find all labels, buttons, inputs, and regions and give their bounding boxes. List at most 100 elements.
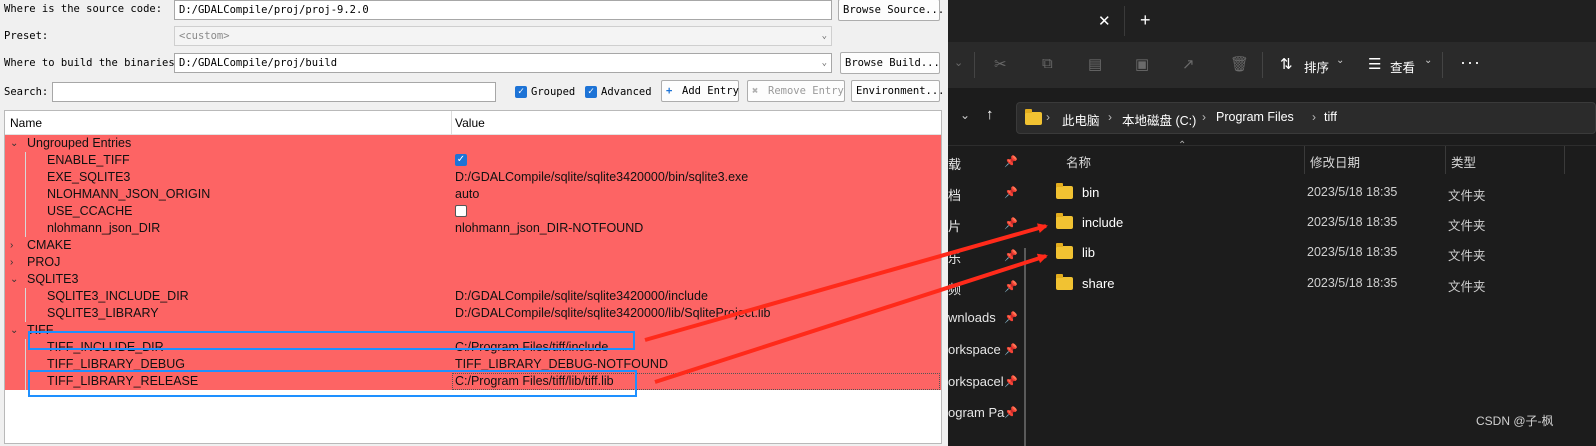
entry-value[interactable]: TIFF_LIBRARY_DEBUG-NOTFOUND <box>455 357 668 371</box>
nav-item[interactable]: 载 📌 <box>948 154 1022 178</box>
entry-value[interactable]: D:/GDALCompile/sqlite/sqlite3420000/lib/… <box>455 306 770 320</box>
address-bar[interactable] <box>1016 102 1596 134</box>
table-row[interactable]: EXE_SQLITE3 D:/GDALCompile/sqlite/sqlite3… <box>5 169 941 186</box>
nav-scrollbar[interactable] <box>1024 248 1026 446</box>
breadcrumb-program-files[interactable]: Program Files <box>1216 110 1294 124</box>
delete-icon[interactable]: 🗑 <box>1230 55 1249 73</box>
chevron-down-icon[interactable]: ⌄ <box>10 322 18 339</box>
folder-icon <box>1056 213 1073 229</box>
entry-value[interactable]: auto <box>455 187 479 201</box>
entry-value[interactable]: nlohmann_json_DIR-NOTFOUND <box>455 221 643 235</box>
folder-icon <box>1056 183 1073 199</box>
column-separator[interactable] <box>1445 146 1446 174</box>
nav-item[interactable]: 档 📌 <box>948 185 1022 209</box>
paste-icon[interactable]: ▤ <box>1088 55 1102 73</box>
file-explorer-window: ✕ + ⌄ ✂ ⧉ ▤ ▣ ↗ 🗑 ⇅ 排序 ⌄ ☰ 查看 ⌄ ··· ⌄ ↑ … <box>948 0 1596 446</box>
column-separator[interactable] <box>1304 146 1305 174</box>
table-group-row[interactable]: ⌄ SQLITE3 <box>5 271 941 288</box>
cut-icon[interactable]: ✂ <box>994 55 1007 73</box>
nav-item-label: orkspace <box>948 342 1001 357</box>
new-tab-icon[interactable]: + <box>1140 10 1151 31</box>
breadcrumb-tiff[interactable]: tiff <box>1324 110 1337 124</box>
pin-icon[interactable]: 📌 <box>1004 217 1018 230</box>
pin-icon[interactable]: 📌 <box>1004 311 1018 324</box>
search-input[interactable] <box>52 82 496 102</box>
advanced-checkbox[interactable]: ✓ Advanced <box>585 86 652 98</box>
browse-build-button[interactable]: Browse Build... <box>840 52 940 74</box>
pin-icon[interactable]: 📌 <box>1004 280 1018 293</box>
table-group-row[interactable]: ⌄ Ungrouped Entries <box>5 135 941 152</box>
file-name: include <box>1082 215 1124 230</box>
pin-icon[interactable]: 📌 <box>1004 249 1018 262</box>
nav-item[interactable]: orkspace 📌 <box>948 342 1022 366</box>
file-row[interactable]: lib 2023/5/18 18:35 文件夹 <box>1052 240 1596 268</box>
column-name-header[interactable]: Name <box>10 116 42 130</box>
file-row[interactable]: include 2023/5/18 18:35 文件夹 <box>1052 210 1596 238</box>
sort-button[interactable]: ⇅ 排序 ⌄ <box>1278 50 1348 80</box>
column-type-header[interactable]: 类型 <box>1451 152 1476 171</box>
add-entry-button[interactable]: + Add Entry <box>661 80 739 102</box>
build-path-input[interactable]: D:/GDALCompile/proj/build ⌄ <box>174 53 832 73</box>
entry-value[interactable]: D:/GDALCompile/sqlite/sqlite3420000/incl… <box>455 289 708 303</box>
breadcrumb-this-pc[interactable]: 此电脑 <box>1062 110 1100 129</box>
nav-item[interactable]: 乐 📌 <box>948 248 1022 272</box>
table-row[interactable]: SQLITE3_LIBRARY D:/GDALCompile/sqlite/sql… <box>5 305 941 322</box>
breadcrumb-separator: › <box>1202 110 1206 124</box>
entry-name: TIFF_LIBRARY_DEBUG <box>47 357 186 371</box>
view-button[interactable]: ☰ 查看 ⌄ <box>1366 50 1436 80</box>
chevron-down-icon[interactable]: ⌄ <box>10 271 18 288</box>
sort-label: 排序 <box>1304 61 1330 75</box>
preset-select[interactable]: <custom> ⌄ <box>174 26 832 46</box>
breadcrumb-local-disk[interactable]: 本地磁盘 (C:) <box>1122 110 1196 129</box>
nav-item[interactable]: orkspacel 📌 <box>948 374 1022 398</box>
entry-value[interactable]: D:/GDALCompile/sqlite/sqlite3420000/bin/… <box>455 170 748 184</box>
entry-name: USE_CCACHE <box>47 204 133 218</box>
nav-item[interactable]: wnloads 📌 <box>948 310 1022 334</box>
nav-item[interactable]: 片 📌 <box>948 216 1022 240</box>
source-path-input[interactable]: D:/GDALCompile/proj/proj-9.2.0 <box>174 0 832 20</box>
pin-icon[interactable]: 📌 <box>1004 406 1018 419</box>
pin-icon[interactable]: 📌 <box>1004 186 1018 199</box>
tree-guide-line <box>25 339 26 390</box>
pin-icon[interactable]: 📌 <box>1004 375 1018 388</box>
up-arrow-icon[interactable]: ↑ <box>986 106 994 123</box>
close-tab-icon[interactable]: ✕ <box>1098 12 1111 30</box>
file-row[interactable]: share 2023/5/18 18:35 文件夹 <box>1052 271 1596 299</box>
table-row[interactable]: nlohmann_json_DIR nlohmann_json_DIR-NOTFO… <box>5 220 941 237</box>
file-row[interactable]: bin 2023/5/18 18:35 文件夹 <box>1052 180 1596 208</box>
nav-item[interactable]: 频 📌 <box>948 279 1022 303</box>
table-row[interactable]: USE_CCACHE <box>5 203 941 220</box>
tab-bar: ✕ + <box>948 0 1596 42</box>
chevron-right-icon[interactable]: › <box>10 254 13 271</box>
chevron-down-icon[interactable]: ⌄ <box>954 56 963 69</box>
pin-icon[interactable]: 📌 <box>1004 343 1018 356</box>
table-row[interactable]: SQLITE3_INCLUDE_DIR D:/GDALCompile/sqlite… <box>5 288 941 305</box>
share-icon[interactable]: ↗ <box>1182 55 1195 73</box>
more-options-icon[interactable]: ··· <box>1460 52 1481 73</box>
grouped-checkbox[interactable]: ✓ Grouped <box>515 86 575 98</box>
nav-item-label: 片 <box>948 219 962 234</box>
column-separator[interactable] <box>1564 146 1565 174</box>
entry-checkbox[interactable] <box>455 205 467 217</box>
pin-icon[interactable]: 📌 <box>1004 155 1018 168</box>
table-group-row[interactable]: › PROJ <box>5 254 941 271</box>
rename-icon[interactable]: ▣ <box>1135 55 1149 73</box>
copy-icon[interactable]: ⧉ <box>1042 55 1053 72</box>
search-label: Search: <box>4 86 49 98</box>
table-group-row[interactable]: › CMAKE <box>5 237 941 254</box>
entry-checkbox[interactable]: ✓ <box>455 154 467 166</box>
column-date-header[interactable]: 修改日期 <box>1310 152 1360 171</box>
nav-item[interactable]: ogram Pa 📌 <box>948 405 1022 429</box>
chevron-down-icon[interactable]: ⌄ <box>10 135 18 152</box>
chevron-right-icon[interactable]: › <box>10 237 13 254</box>
column-value-header[interactable]: Value <box>455 116 485 130</box>
chevron-down-icon[interactable]: ⌄ <box>960 108 970 122</box>
table-row[interactable]: NLOHMANN_JSON_ORIGIN auto <box>5 186 941 203</box>
browse-source-button[interactable]: Browse Source... <box>838 0 944 21</box>
environment-button[interactable]: Environment... <box>851 80 945 102</box>
file-date: 2023/5/18 18:35 <box>1307 215 1398 229</box>
column-name-header[interactable]: 名称 <box>1066 152 1091 171</box>
chevron-down-icon: ⌄ <box>821 58 827 68</box>
table-row[interactable]: ENABLE_TIFF ✓ <box>5 152 941 169</box>
remove-entry-button[interactable]: ✖ Remove Entry <box>747 80 845 102</box>
